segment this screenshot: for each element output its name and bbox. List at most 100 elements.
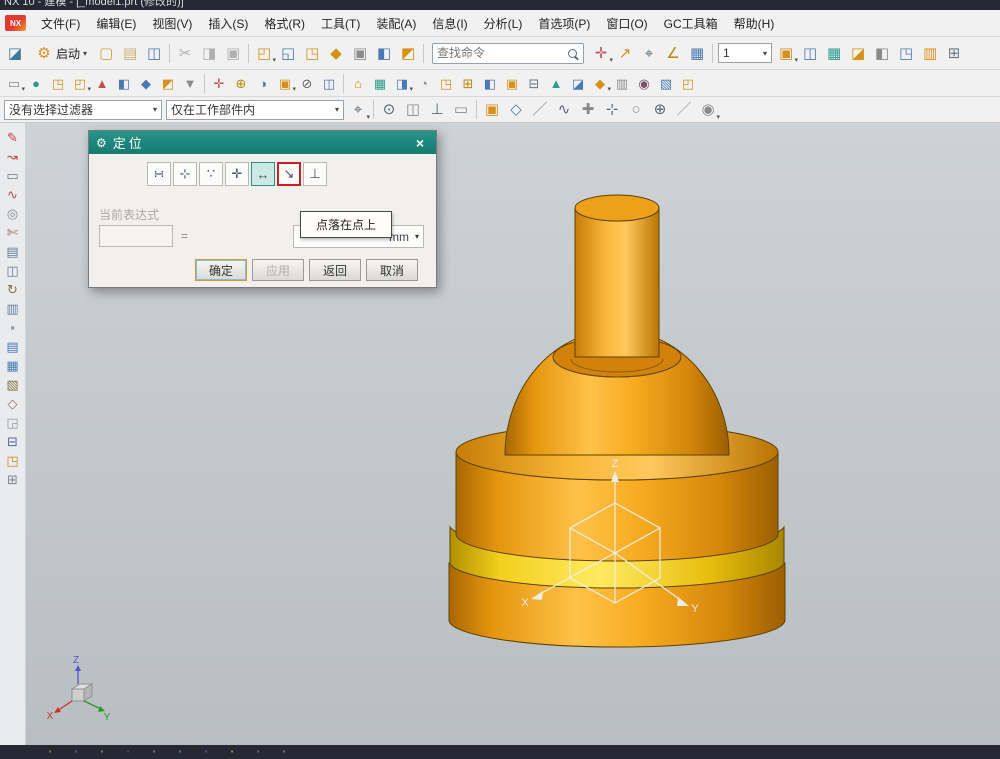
synchronous-icon[interactable]: ◉ bbox=[634, 73, 654, 93]
taskbar-icon[interactable]: ▪ bbox=[279, 747, 289, 757]
polygon-icon[interactable]: ◎ bbox=[3, 204, 23, 223]
boss-icon[interactable]: ◧ bbox=[114, 73, 134, 93]
parallel-at-distance-icon[interactable]: ↔ bbox=[251, 162, 275, 186]
datum-plane-icon[interactable]: ⊕ bbox=[231, 73, 251, 93]
mirror-curve-icon[interactable]: ◫ bbox=[3, 261, 23, 280]
vector-icon[interactable]: ↗ bbox=[614, 42, 636, 64]
studio-spline-icon[interactable]: ∿ bbox=[3, 185, 23, 204]
point-on-surface-icon[interactable]: ∿ bbox=[553, 99, 575, 121]
endpoint-snap-icon[interactable]: ⊙ bbox=[378, 99, 400, 121]
menu-file[interactable]: 文件(F) bbox=[33, 10, 88, 37]
menu-assemblies[interactable]: 装配(A) bbox=[368, 10, 424, 37]
history-icon[interactable]: ⊟ bbox=[3, 432, 23, 451]
view-scale-combo[interactable]: 1 ▾ bbox=[718, 43, 773, 63]
tangent-snap-icon[interactable]: ／ bbox=[673, 99, 695, 121]
copy-face-icon[interactable]: ◆ ▾ bbox=[590, 73, 611, 94]
snap-point-icon[interactable]: ⌖ ▾ bbox=[347, 99, 370, 121]
menu-preferences[interactable]: 首选项(P) bbox=[530, 10, 598, 37]
xform-icon[interactable]: ▧ bbox=[656, 73, 676, 93]
scale-body-icon[interactable]: ⊟ bbox=[524, 73, 544, 93]
feature-group-icon[interactable]: ◰ ▾ bbox=[253, 42, 276, 65]
horizontal-dim-icon[interactable]: ∺ bbox=[147, 162, 171, 186]
rectangle-icon[interactable]: ▭ bbox=[3, 166, 23, 185]
pocket-icon[interactable]: ◆ bbox=[136, 73, 156, 93]
quadrant-snap-icon[interactable]: ▣ bbox=[481, 99, 503, 121]
offset-face-icon[interactable]: ▣ bbox=[502, 73, 522, 93]
taskbar-icon[interactable]: ▪ bbox=[227, 747, 237, 757]
part-navigator-icon[interactable]: ▧ bbox=[3, 375, 23, 394]
cancel-button[interactable]: 取消 bbox=[366, 259, 418, 281]
spline-icon[interactable]: ↝ bbox=[3, 147, 23, 166]
point-onto-line-icon[interactable]: ⊥ bbox=[303, 162, 327, 186]
layer-settings-icon[interactable]: ◫ bbox=[799, 42, 821, 64]
boolean-intersect-icon[interactable]: ◫ bbox=[319, 73, 339, 93]
midpoint-snap-icon[interactable]: ◫ bbox=[402, 99, 424, 121]
grid-icon[interactable]: ⊞ bbox=[943, 42, 965, 64]
taskbar-icon[interactable]: ▪ bbox=[149, 747, 159, 757]
bounded-plane-icon[interactable]: ⊹ bbox=[601, 99, 623, 121]
perpendicular-dim-icon[interactable]: ✛ bbox=[225, 162, 249, 186]
intersection-curve-icon[interactable]: ▥ bbox=[3, 299, 23, 318]
pattern-curve-icon[interactable]: ↻ bbox=[3, 280, 23, 299]
assembly-navigator-icon[interactable]: ▤ bbox=[3, 337, 23, 356]
existing-point-snap-icon[interactable]: ◇ bbox=[505, 99, 527, 121]
two-point-icon[interactable]: ✚ bbox=[577, 99, 599, 121]
wcs-display-icon[interactable]: ▦ bbox=[823, 42, 845, 64]
emboss-icon[interactable]: ▼ bbox=[180, 73, 200, 93]
hole-icon[interactable]: ▣ bbox=[349, 42, 371, 64]
intersection-snap-icon[interactable]: ⊥ bbox=[426, 99, 448, 121]
hd3d-tools-icon[interactable]: ◲ bbox=[3, 413, 23, 432]
paste-icon[interactable]: ▣ bbox=[222, 42, 244, 64]
parallel-dim-icon[interactable]: ∵ bbox=[199, 162, 223, 186]
apply-button[interactable]: 应用 bbox=[252, 259, 304, 281]
circle-snap-icon[interactable]: ○ bbox=[625, 99, 647, 121]
move-face-icon[interactable]: ◪ bbox=[568, 73, 588, 93]
point-onto-point-icon[interactable]: ↘ bbox=[277, 162, 301, 186]
snap-toggle-icon[interactable]: ◉ ▾ bbox=[697, 99, 720, 121]
orient-view-icon[interactable]: ◪ bbox=[847, 42, 869, 64]
thread-icon[interactable]: ▦ bbox=[370, 73, 390, 93]
save-icon[interactable]: ◫ bbox=[143, 42, 165, 64]
csys-icon[interactable]: ⌖ bbox=[638, 42, 660, 64]
close-icon[interactable]: × bbox=[411, 135, 429, 151]
command-search-input[interactable] bbox=[437, 46, 567, 60]
menu-window[interactable]: 窗口(O) bbox=[598, 10, 655, 37]
menu-format[interactable]: 格式(R) bbox=[256, 10, 313, 37]
delete-face-icon[interactable]: ▥ bbox=[612, 73, 632, 93]
chamfer-icon[interactable]: ◳ bbox=[436, 73, 456, 93]
taskbar-icon[interactable]: ▪ bbox=[71, 747, 81, 757]
wireframe-view-icon[interactable]: ▥ bbox=[919, 42, 941, 64]
new-file-icon[interactable]: ▢ bbox=[95, 42, 117, 64]
copy-icon[interactable]: ◨ bbox=[198, 42, 220, 64]
profile-icon[interactable]: ✎ bbox=[3, 128, 23, 147]
vertical-dim-icon[interactable]: ⊹ bbox=[173, 162, 197, 186]
command-finder[interactable] bbox=[432, 42, 585, 64]
taskbar-icon[interactable]: ▪ bbox=[175, 747, 185, 757]
replace-face-icon[interactable]: ◰ bbox=[678, 73, 698, 93]
cylinder-icon[interactable]: ◰ ▾ bbox=[70, 73, 91, 94]
taskbar-icon[interactable]: ▪ bbox=[45, 747, 55, 757]
menu-help[interactable]: 帮助(H) bbox=[726, 10, 783, 37]
system-icon[interactable]: ⊞ bbox=[3, 470, 23, 489]
dialog-titlebar[interactable]: ⚙ 定位 × bbox=[89, 131, 436, 154]
direct-sketch-icon[interactable]: ▭ ▾ bbox=[4, 73, 25, 94]
block-icon[interactable]: ◳ bbox=[48, 73, 68, 93]
tilt-icon[interactable]: ▲ bbox=[546, 73, 566, 93]
boolean-subtract-icon[interactable]: ⊘ bbox=[297, 73, 317, 93]
extrude-icon[interactable]: ◳ bbox=[301, 42, 323, 64]
edge-blend-icon[interactable]: ◔ bbox=[414, 73, 434, 93]
more-separator-icon[interactable]: ▪ bbox=[3, 318, 23, 337]
sketch-icon[interactable]: ◱ bbox=[277, 42, 299, 64]
back-button[interactable]: 返回 bbox=[309, 259, 361, 281]
shaded-view-icon[interactable]: ◳ bbox=[895, 42, 917, 64]
datum-csys-icon[interactable]: ✛ bbox=[209, 73, 229, 93]
reuse-library-icon[interactable]: ◇ bbox=[3, 394, 23, 413]
roles-icon[interactable]: ◳ bbox=[3, 451, 23, 470]
ok-button[interactable]: 确定 bbox=[195, 259, 247, 281]
unit-combo[interactable]: mm ▾ bbox=[293, 225, 424, 248]
draft-icon[interactable]: ◨ ▾ bbox=[392, 73, 413, 94]
pattern-icon[interactable]: ▦ bbox=[686, 42, 708, 64]
menu-analysis[interactable]: 分析(L) bbox=[476, 10, 531, 37]
section-view-icon[interactable]: ◧ bbox=[871, 42, 893, 64]
cone-icon[interactable]: ▲ bbox=[92, 73, 112, 93]
